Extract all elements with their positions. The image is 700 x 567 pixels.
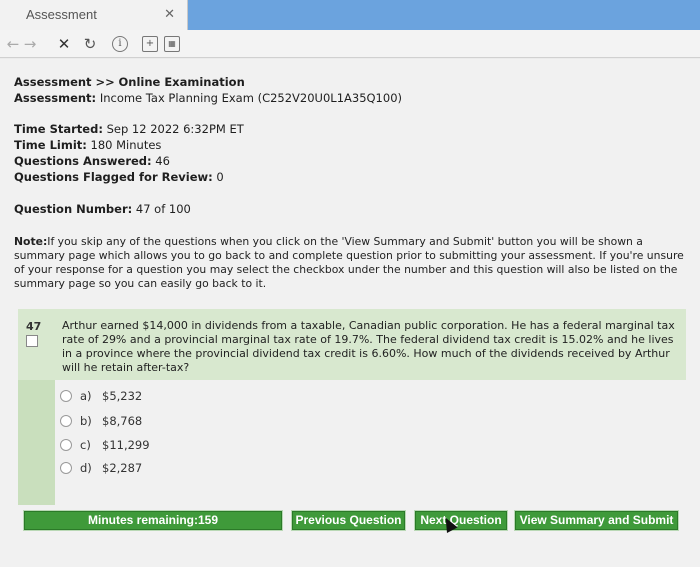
option-b-letter: b): [80, 414, 92, 428]
flag-for-review-checkbox[interactable]: [26, 335, 38, 347]
time-limit-line: Time Limit: 180 Minutes: [14, 138, 161, 152]
radio-b[interactable]: [60, 415, 72, 427]
breadcrumb: Assessment >> Online Examination: [14, 75, 245, 89]
note-label: Note:: [14, 235, 48, 248]
reload-icon[interactable]: ↻: [82, 35, 98, 53]
time-started-line: Time Started: Sep 12 2022 6:32PM ET: [14, 122, 244, 136]
option-c-text: $11,299: [102, 438, 150, 452]
browser-toolbar: ← → ✕ ↻ i + ▦: [0, 30, 700, 58]
option-a-text: $5,232: [102, 389, 143, 403]
time-limit-value: 180 Minutes: [90, 138, 162, 152]
questions-answered-line: Questions Answered: 46: [14, 154, 170, 168]
instructions-note: Note:If you skip any of the questions wh…: [14, 235, 686, 291]
forward-icon[interactable]: →: [22, 35, 38, 53]
assessment-label: Assessment:: [14, 91, 97, 105]
option-a-letter: a): [80, 389, 92, 403]
radio-a[interactable]: [60, 390, 72, 402]
question-number-value: 47 of 100: [135, 202, 191, 216]
option-d[interactable]: d) $2,287: [60, 461, 142, 477]
question-text: Arthur earned $14,000 in dividends from …: [62, 319, 675, 374]
stop-icon[interactable]: ✕: [56, 35, 72, 53]
option-a[interactable]: a) $5,232: [60, 389, 142, 405]
previous-question-button[interactable]: Previous Question: [291, 510, 406, 531]
browser-tab[interactable]: Assessment ✕: [0, 0, 188, 30]
assessment-value: Income Tax Planning Exam (C252V20U0L1A35…: [99, 91, 402, 105]
question-number: 47: [26, 320, 42, 333]
note-text: If you skip any of the questions when yo…: [14, 235, 684, 290]
back-icon[interactable]: ←: [6, 35, 20, 53]
question-side-bar: [18, 380, 55, 505]
option-c[interactable]: c) $11,299: [60, 438, 150, 454]
add-page-icon[interactable]: +: [142, 36, 158, 52]
tab-title: Assessment: [26, 7, 97, 22]
breadcrumb-label: Assessment >>: [14, 75, 115, 89]
view-summary-submit-button[interactable]: View Summary and Submit: [514, 510, 679, 531]
browser-tab-bar: Assessment ✕: [0, 0, 700, 30]
questions-flagged-line: Questions Flagged for Review: 0: [14, 170, 224, 184]
option-d-letter: d): [80, 461, 92, 475]
questions-flagged-label: Questions Flagged for Review:: [14, 170, 213, 184]
option-c-letter: c): [80, 438, 91, 452]
questions-answered-value: 46: [155, 154, 170, 168]
assessment-line: Assessment: Income Tax Planning Exam (C2…: [14, 91, 402, 105]
breadcrumb-current: Online Examination: [118, 75, 245, 89]
radio-c[interactable]: [60, 439, 72, 451]
option-d-text: $2,287: [102, 461, 143, 475]
time-started-label: Time Started:: [14, 122, 103, 136]
time-limit-label: Time Limit:: [14, 138, 87, 152]
question-number-line: Question Number: 47 of 100: [14, 202, 191, 216]
questions-answered-label: Questions Answered:: [14, 154, 152, 168]
question-number-label: Question Number:: [14, 202, 133, 216]
exam-content: Assessment >> Online Examination Assessm…: [0, 59, 700, 567]
tab-bar-fill: [188, 0, 700, 30]
calculator-icon[interactable]: ▦: [164, 36, 180, 52]
info-icon[interactable]: i: [112, 36, 128, 52]
radio-d[interactable]: [60, 462, 72, 474]
time-started-value: Sep 12 2022 6:32PM ET: [106, 122, 244, 136]
option-b[interactable]: b) $8,768: [60, 414, 142, 430]
minutes-remaining-bar: Minutes remaining:159: [23, 510, 283, 531]
questions-flagged-value: 0: [216, 170, 224, 184]
next-question-button[interactable]: Next Question: [414, 510, 508, 531]
close-icon[interactable]: ✕: [164, 6, 175, 22]
option-b-text: $8,768: [102, 414, 143, 428]
